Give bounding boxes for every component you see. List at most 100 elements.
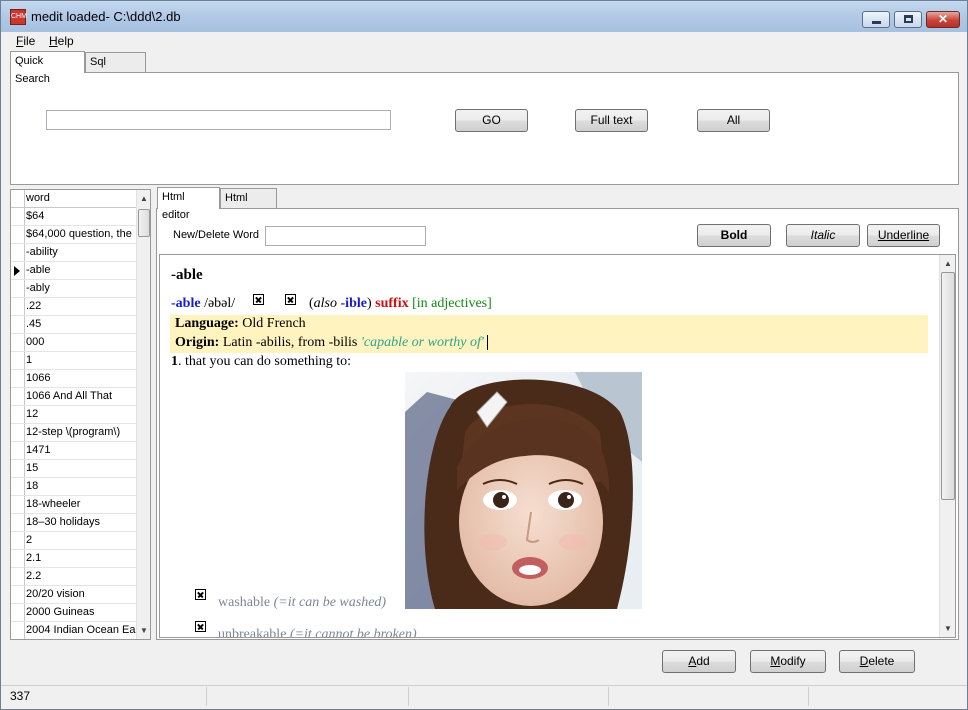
row-header[interactable]: [11, 424, 25, 441]
list-item[interactable]: -ably: [11, 280, 137, 298]
list-item[interactable]: 000: [11, 334, 137, 352]
list-item[interactable]: 2: [11, 532, 137, 550]
tab-html-editor[interactable]: Html editor: [157, 187, 220, 221]
italic-button[interactable]: Italic: [786, 224, 860, 247]
list-item[interactable]: 1066: [11, 370, 137, 388]
scroll-down-icon[interactable]: ▼: [137, 622, 150, 639]
row-header[interactable]: [11, 568, 25, 585]
word-column-header[interactable]: word: [11, 190, 137, 208]
example-2-gloss: (=it cannot be broken): [289, 627, 417, 638]
word-list-scroll-thumb[interactable]: [138, 209, 150, 237]
editor-scroll-down-icon[interactable]: ▼: [940, 620, 955, 637]
status-segment: [206, 687, 409, 706]
list-item[interactable]: $64: [11, 208, 137, 226]
word-cell: 15: [26, 462, 39, 474]
sense-1: 1. that you can do something to:: [171, 354, 351, 370]
delete-button[interactable]: Delete: [839, 650, 915, 673]
tab-sql-search[interactable]: Sql Search: [85, 52, 146, 86]
word-cell: 1066 And All That: [26, 390, 113, 402]
bold-button[interactable]: Bold: [697, 224, 771, 247]
list-item[interactable]: 18: [11, 478, 137, 496]
row-header[interactable]: [11, 208, 25, 225]
list-item[interactable]: $64,000 question, the: [11, 226, 137, 244]
close-button[interactable]: ✕: [926, 11, 960, 28]
menu-help[interactable]: Help: [49, 34, 74, 48]
part-of-speech: suffix: [375, 296, 409, 311]
word-cell: 1: [26, 354, 33, 366]
list-item[interactable]: 2004 Indian Ocean Ear: [11, 622, 137, 639]
status-segment: [608, 687, 809, 706]
row-header[interactable]: [11, 262, 25, 279]
row-header[interactable]: [11, 442, 25, 459]
list-item[interactable]: 2000 Guineas: [11, 604, 137, 622]
go-button[interactable]: GO: [455, 109, 528, 132]
editor-scrollbar[interactable]: ▲ ▼: [939, 255, 955, 637]
row-header[interactable]: [11, 298, 25, 315]
modify-button[interactable]: Modify: [750, 650, 826, 673]
list-item[interactable]: .45: [11, 316, 137, 334]
row-header[interactable]: [11, 244, 25, 261]
list-item[interactable]: 1066 And All That: [11, 388, 137, 406]
maximize-button[interactable]: [894, 11, 922, 28]
row-header[interactable]: [11, 334, 25, 351]
row-header[interactable]: [11, 352, 25, 369]
search-input[interactable]: [46, 110, 391, 130]
row-header[interactable]: [11, 514, 25, 531]
row-header[interactable]: [11, 622, 25, 639]
tab-quick-search[interactable]: Quick Search: [10, 51, 85, 85]
minimize-button[interactable]: [862, 11, 890, 28]
row-header[interactable]: [11, 370, 25, 387]
row-header[interactable]: [11, 316, 25, 333]
html-editor[interactable]: -able -able /əbəl/ (also -ible) suffix […: [159, 254, 956, 638]
all-button[interactable]: All: [697, 109, 770, 132]
editor-scroll-up-icon[interactable]: ▲: [940, 255, 955, 272]
list-item[interactable]: 20/20 vision: [11, 586, 137, 604]
add-button[interactable]: Add: [662, 650, 736, 673]
list-item[interactable]: 15: [11, 460, 137, 478]
list-item[interactable]: .22: [11, 298, 137, 316]
broken-image-icon: [253, 294, 264, 305]
entry-photo: [405, 372, 642, 609]
full-text-button[interactable]: Full text: [575, 109, 648, 132]
example-1-gloss: (=it can be washed): [273, 595, 387, 610]
also-close: ): [366, 296, 372, 311]
word-cell: -able: [26, 264, 51, 276]
row-header[interactable]: [11, 496, 25, 513]
row-header[interactable]: [11, 226, 25, 243]
scroll-up-icon[interactable]: ▲: [137, 190, 150, 207]
row-header[interactable]: [11, 532, 25, 549]
list-item[interactable]: 1: [11, 352, 137, 370]
list-item[interactable]: -ability: [11, 244, 137, 262]
tab-html-code[interactable]: Html code: [220, 188, 277, 222]
underline-button[interactable]: Underline: [867, 224, 940, 247]
list-item[interactable]: -able: [11, 262, 137, 280]
menu-help-label: elp: [57, 34, 74, 48]
editor-scroll-thumb[interactable]: [941, 272, 955, 500]
word-cell: 18-wheeler: [26, 498, 81, 510]
list-item[interactable]: 12-step \(program\): [11, 424, 137, 442]
sense-text: . that you can do something to:: [178, 354, 352, 369]
word-list[interactable]: word $64 $64,000 question, the -ability -ab…: [10, 189, 151, 640]
list-item[interactable]: 2.2: [11, 568, 137, 586]
word-input[interactable]: [265, 226, 426, 246]
row-header[interactable]: [11, 586, 25, 603]
row-header[interactable]: [11, 388, 25, 405]
status-bar: 337: [1, 685, 967, 708]
menu-file[interactable]: File: [16, 34, 35, 48]
list-item[interactable]: 18–30 holidays: [11, 514, 137, 532]
row-header[interactable]: [11, 604, 25, 621]
row-header[interactable]: [11, 406, 25, 423]
word-cell: 20/20 vision: [26, 588, 85, 600]
row-header[interactable]: [11, 550, 25, 567]
list-item[interactable]: 18-wheeler: [11, 496, 137, 514]
list-item[interactable]: 12: [11, 406, 137, 424]
word-list-scrollbar[interactable]: ▲ ▼: [136, 190, 150, 639]
row-header[interactable]: [11, 460, 25, 477]
app-icon[interactable]: CHM: [10, 9, 27, 25]
row-header[interactable]: [11, 280, 25, 297]
list-item[interactable]: 1471: [11, 442, 137, 460]
list-item[interactable]: 2.1: [11, 550, 137, 568]
title-bar[interactable]: CHM medit loaded- C:\ddd\2.db ✕: [1, 1, 967, 32]
minimize-icon: [872, 21, 881, 24]
row-header[interactable]: [11, 478, 25, 495]
